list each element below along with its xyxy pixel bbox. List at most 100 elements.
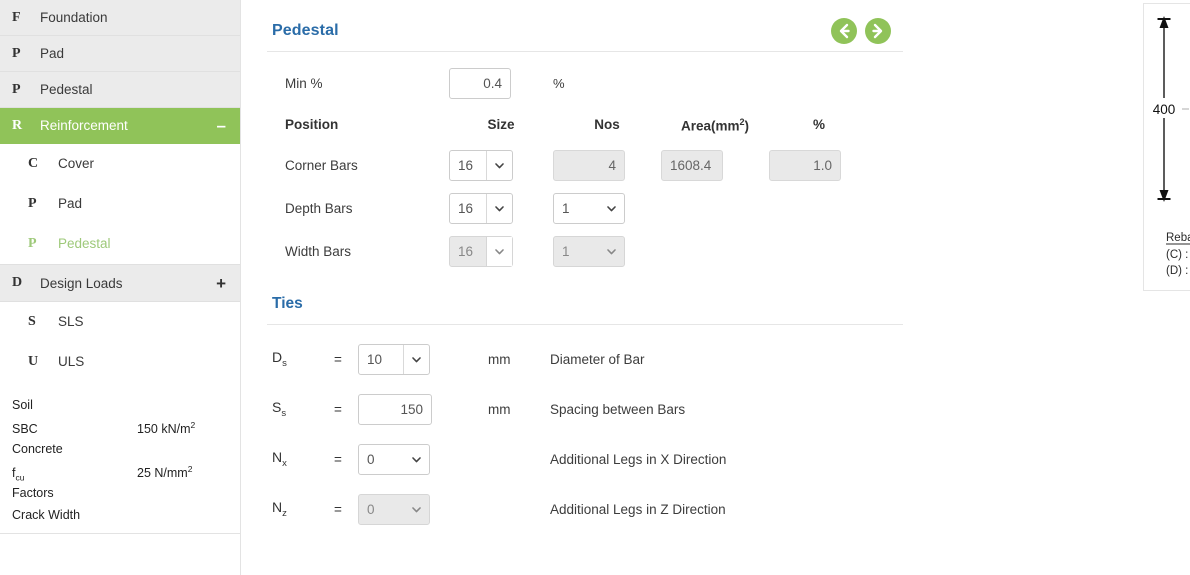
- chevron-down-icon: [403, 344, 429, 374]
- info-label: Factors: [12, 486, 54, 500]
- depth-bars-size-select[interactable]: 16: [449, 192, 513, 224]
- info-label: fcu: [12, 466, 137, 483]
- min-percent-row: Min % %: [267, 68, 903, 99]
- ties-diameter-select[interactable]: 10: [358, 343, 430, 375]
- sidebar-item-label: Reinforcement: [40, 118, 128, 133]
- corner-bars-area-readonly: 1608.4: [661, 149, 723, 181]
- sidebar-item-label: Pad: [40, 46, 65, 61]
- sls-letter-icon: S: [28, 313, 36, 329]
- cross-section-diagram-panel: 400 400 Rebars : (C) : #4 - 16 mm (W) : …: [1143, 3, 1190, 291]
- ties-unit: mm: [488, 401, 511, 417]
- pad-letter-icon: P: [12, 45, 21, 61]
- width-bars-nos-select: 1: [553, 235, 625, 267]
- table-header-row: Position Size Nos Area(mm2) %: [285, 117, 903, 138]
- ties-title: Ties: [272, 294, 303, 312]
- ties-symbol: Ds: [272, 349, 334, 369]
- ties-symbol: Ss: [272, 399, 334, 419]
- foundation-letter-icon: F: [12, 9, 21, 25]
- cell-percent: 1.0: [769, 149, 869, 181]
- depth-bars-nos-select[interactable]: 1: [553, 192, 625, 224]
- select-value: 16: [458, 200, 474, 216]
- pedestal-reinforcement-form: Pedestal Min % 0.4 % Position Size Nos A…: [267, 0, 903, 525]
- info-row-fcu: fcu 25 N/mm2: [12, 464, 228, 486]
- sidebar-item-label: Pedestal: [40, 82, 93, 97]
- column-header-nos: Nos: [594, 117, 620, 132]
- dimension-arrow-down: [1159, 190, 1169, 202]
- sidebar-item-label: Foundation: [40, 10, 108, 25]
- previous-button[interactable]: [831, 18, 857, 44]
- next-button[interactable]: [865, 18, 891, 44]
- symbol-subscript: s: [282, 357, 287, 369]
- section-header-pedestal: Pedestal: [267, 0, 903, 52]
- select-value: 16: [458, 243, 474, 259]
- sidebar-item-reinforcement-pedestal[interactable]: P Pedestal: [0, 224, 240, 264]
- ties-field: 10: [358, 343, 464, 375]
- info-value-exponent: 2: [187, 464, 193, 474]
- sidebar-item-pad[interactable]: P Pad: [0, 36, 240, 72]
- sidebar-item-label: Cover: [58, 156, 95, 171]
- legend-title: Rebars :: [1166, 232, 1190, 244]
- info-value-text: 150 kN/m: [137, 422, 191, 437]
- sidebar-item-sls[interactable]: S SLS: [0, 302, 240, 342]
- sidebar-item-label: ULS: [58, 354, 85, 369]
- ties-row-diameter: Ds = 10 mm Diameter of Bar: [267, 343, 903, 375]
- ties-unit: mm: [488, 351, 511, 367]
- info-value-text: 25 N/mm: [137, 466, 188, 481]
- table-row: Width Bars 16 1: [285, 235, 903, 267]
- sidebar-bottom-divider: [0, 533, 240, 534]
- cover-letter-icon: C: [28, 155, 39, 171]
- ties-field: 0: [358, 493, 464, 525]
- row-label-depth-bars: Depth Bars: [285, 200, 353, 216]
- summary-info-block: Soil SBC 150 kN/m 2 Concrete fcu 25 N/mm2…: [0, 398, 240, 530]
- ties-spacing-input[interactable]: [358, 393, 432, 425]
- collapse-minus-icon[interactable]: –: [217, 117, 226, 134]
- ties-legs-z-select: 0: [358, 493, 430, 525]
- pad-letter-icon: P: [28, 195, 37, 211]
- corner-bars-nos-readonly: 4: [553, 149, 625, 181]
- equals-sign: =: [334, 351, 342, 367]
- sidebar-item-reinforcement[interactable]: R Reinforcement –: [0, 108, 240, 144]
- select-value: 16: [458, 157, 474, 173]
- symbol-base: S: [272, 399, 282, 416]
- ties-row-spacing: Ss = mm Spacing between Bars: [267, 393, 903, 425]
- ties-description: Additional Legs in X Direction: [550, 451, 727, 467]
- cell-size: 16: [449, 192, 553, 224]
- equals-sign: =: [334, 451, 342, 467]
- symbol-subscript: z: [282, 507, 287, 519]
- chevron-down-icon: [598, 237, 624, 266]
- section-header-ties: Ties: [267, 295, 903, 325]
- page-title: Pedestal: [272, 22, 339, 39]
- ties-row-legs-x: Nx = 0 Additional Legs in X Direction: [267, 443, 903, 475]
- expand-plus-icon[interactable]: +: [216, 275, 226, 292]
- symbol-base: N: [272, 449, 283, 466]
- info-label: Soil: [12, 398, 33, 412]
- navigation-arrows: [831, 18, 891, 44]
- sidebar-item-label: Pedestal: [58, 236, 111, 251]
- sidebar-item-foundation[interactable]: F Foundation: [0, 0, 240, 36]
- reinforcement-table: Position Size Nos Area(mm2) % Corner Bar…: [267, 117, 903, 267]
- info-row-concrete: Concrete: [12, 442, 228, 464]
- cell-area: 1608.4: [661, 149, 769, 181]
- sidebar-item-reinforcement-pad[interactable]: P Pad: [0, 184, 240, 224]
- sidebar-item-design-loads[interactable]: D Design Loads +: [0, 264, 240, 302]
- cell-nos: 1: [553, 192, 661, 224]
- ties-field: [358, 393, 464, 425]
- chevron-down-icon: [486, 150, 512, 180]
- sidebar-item-cover[interactable]: C Cover: [0, 144, 240, 184]
- corner-bars-size-select[interactable]: 16: [449, 149, 513, 181]
- table-row: Corner Bars 16 4 1608.4 1.0: [285, 149, 903, 181]
- min-percent-label: Min %: [285, 76, 323, 91]
- sidebar-item-uls[interactable]: U ULS: [0, 342, 240, 382]
- main-content: Pedestal Min % 0.4 % Position Size Nos A…: [241, 0, 1190, 575]
- select-value: 1: [562, 200, 570, 216]
- info-row-soil: Soil: [12, 398, 228, 420]
- sidebar-item-pedestal[interactable]: P Pedestal: [0, 72, 240, 108]
- ties-legs-x-select[interactable]: 0: [358, 443, 430, 475]
- table-row: Depth Bars 16 1: [285, 192, 903, 224]
- symbol-subscript: s: [281, 407, 287, 419]
- sidebar-item-label: Design Loads: [40, 275, 123, 291]
- info-label: SBC: [12, 422, 38, 437]
- min-percent-input[interactable]: [449, 68, 511, 99]
- chevron-down-icon: [598, 194, 624, 223]
- cell-size: 16: [449, 235, 553, 267]
